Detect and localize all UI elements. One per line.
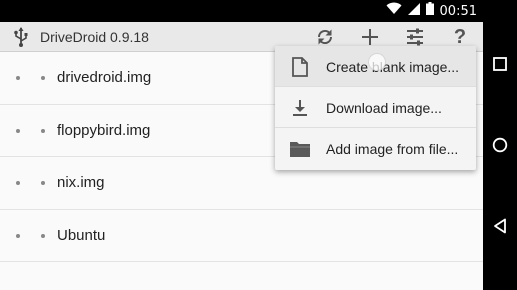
image-label: drivedroid.img bbox=[57, 69, 152, 86]
app-title: DriveDroid 0.9.18 bbox=[40, 29, 149, 45]
menu-item-add-image-from-file[interactable]: Add image from file... bbox=[275, 128, 476, 169]
touch-indicator bbox=[368, 53, 386, 71]
cell-signal-icon bbox=[407, 2, 420, 20]
wifi-icon bbox=[386, 2, 402, 20]
image-label: floppybird.img bbox=[57, 121, 151, 139]
menu-item-label: Download image... bbox=[326, 100, 442, 116]
home-button[interactable] bbox=[491, 136, 509, 154]
dot-icon bbox=[16, 233, 20, 238]
menu-item-label: Add image from file... bbox=[326, 141, 459, 157]
usb-icon[interactable] bbox=[10, 26, 32, 48]
list-item[interactable]: Ubuntu bbox=[0, 210, 483, 262]
download-icon bbox=[289, 97, 311, 119]
menu-item-create-blank-image[interactable]: Create blank image... bbox=[275, 46, 476, 87]
status-bar: 00:51 bbox=[0, 0, 483, 22]
back-button[interactable] bbox=[491, 217, 509, 235]
dot-icon bbox=[16, 128, 20, 133]
dot-icon bbox=[41, 181, 45, 185]
folder-icon bbox=[289, 138, 311, 160]
status-time: 00:51 bbox=[439, 3, 477, 19]
image-label: nix.img bbox=[57, 174, 105, 191]
battery-icon bbox=[425, 2, 434, 20]
app-screen: 00:51 DriveDroid 0.9.18 ? drivedroid.img… bbox=[0, 0, 483, 290]
system-nav-bar bbox=[483, 0, 517, 290]
blank-file-icon bbox=[289, 56, 311, 78]
dot-icon bbox=[16, 76, 20, 80]
dot-icon bbox=[41, 128, 45, 133]
dot-icon bbox=[16, 181, 20, 185]
menu-item-download-image[interactable]: Download image... bbox=[275, 87, 476, 128]
dot-icon bbox=[41, 233, 45, 238]
add-image-menu: Create blank image... Download image... … bbox=[275, 46, 476, 170]
menu-item-label: Create blank image... bbox=[326, 59, 460, 75]
recents-button[interactable] bbox=[491, 55, 509, 73]
dot-icon bbox=[41, 76, 45, 80]
image-label: Ubuntu bbox=[57, 226, 106, 244]
